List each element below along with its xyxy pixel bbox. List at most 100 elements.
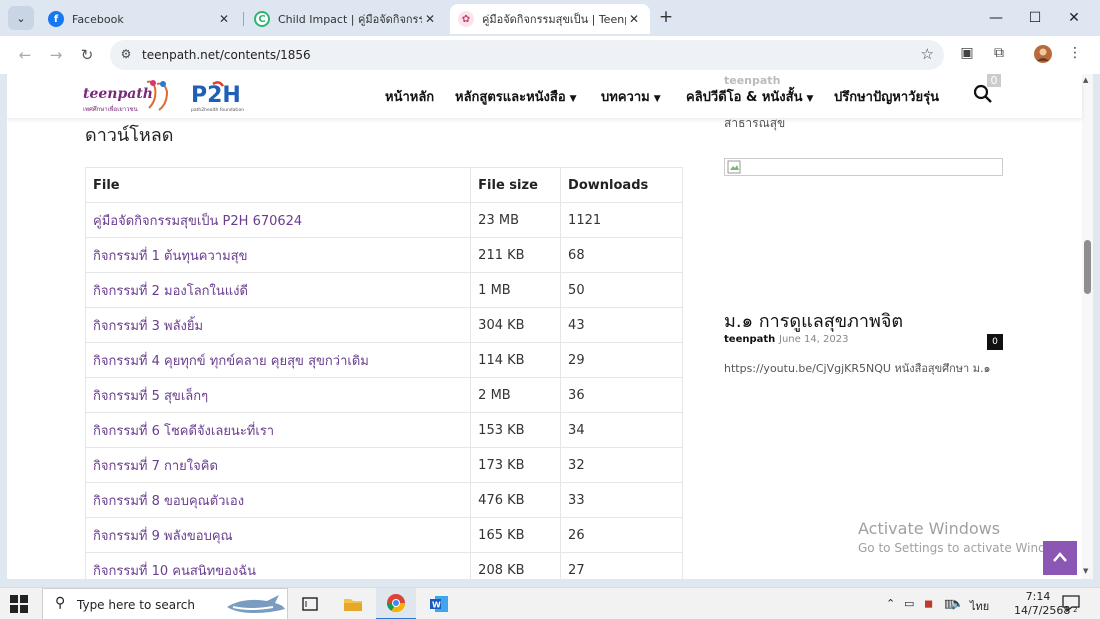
menu-consult[interactable]: ปรึกษาปัญหาวัยรุ่น bbox=[834, 86, 939, 107]
comment-count-badge[interactable]: 0 bbox=[987, 334, 1003, 350]
notification-icon[interactable]: 2 bbox=[1062, 595, 1084, 614]
close-icon[interactable]: ✕ bbox=[216, 12, 232, 26]
file-link[interactable]: กิจกรรมที่ 7 กายใจคิด bbox=[84, 447, 472, 483]
file-link[interactable]: กิจกรรมที่ 3 พลังยิ้ม bbox=[84, 307, 472, 343]
extension-icon[interactable]: ▣ bbox=[957, 45, 977, 65]
page-scrollbar[interactable]: ▲ ▼ bbox=[1082, 74, 1093, 579]
file-explorer-icon[interactable] bbox=[333, 588, 373, 619]
back-to-top-button[interactable] bbox=[1043, 541, 1077, 575]
taskbar-search-placeholder: Type here to search bbox=[77, 598, 195, 612]
tab-title: Child Impact | คู่มือจัดกิจกรรม "สุข bbox=[278, 13, 422, 26]
antivirus-icon[interactable]: ◼ bbox=[924, 597, 933, 610]
clock-time: 7:14 bbox=[1025, 590, 1051, 603]
broken-image[interactable] bbox=[724, 158, 1003, 176]
windows-start-icon[interactable] bbox=[10, 595, 28, 613]
tray-chevron-icon[interactable]: ⌃ bbox=[886, 597, 895, 610]
tab-title: คู่มือจัดกิจกรรมสุขเป็น | Teenpath.n bbox=[482, 13, 626, 26]
profile-avatar[interactable] bbox=[1033, 45, 1053, 65]
sidebar-post-title[interactable]: ม.๑ การดูแลสุขภาพจิต bbox=[724, 306, 903, 335]
close-icon[interactable]: ✕ bbox=[626, 12, 642, 26]
task-view-icon[interactable] bbox=[290, 588, 330, 619]
chevron-down-icon: ▼ bbox=[653, 94, 661, 104]
minimize-button[interactable]: — bbox=[976, 6, 1016, 30]
table-header-row: File File size Downloads bbox=[84, 167, 683, 203]
taskbar-search[interactable]: ⚲ Type here to search bbox=[42, 588, 288, 619]
activate-windows-title: Activate Windows bbox=[858, 519, 1001, 538]
tab-teenpath[interactable]: ✿ คู่มือจัดกิจกรรมสุขเป็น | Teenpath.n ✕ bbox=[450, 4, 650, 34]
behind-author: teenpath bbox=[724, 74, 781, 87]
table-row: กิจกรรมที่ 1 ต้นทุนความสุข 211 KB 68 bbox=[84, 237, 683, 273]
tab-search-button[interactable]: ⌄ bbox=[8, 6, 34, 30]
chevron-down-icon: ▼ bbox=[806, 94, 814, 104]
scroll-up-icon[interactable]: ▲ bbox=[1083, 76, 1088, 84]
sidebar-post-date: June 14, 2023 bbox=[779, 334, 849, 345]
menu-icon[interactable]: ⋮ bbox=[1065, 45, 1085, 65]
scroll-down-icon[interactable]: ▼ bbox=[1083, 567, 1088, 575]
col-downloads: Downloads bbox=[560, 167, 683, 203]
download-count: 50 bbox=[560, 272, 683, 308]
teenpath-logo[interactable]: teenpath เพศศึกษาเพื่อเยาวชน bbox=[83, 78, 175, 114]
clock-date: 14/7/2568 bbox=[1014, 604, 1071, 617]
reload-button[interactable]: ↻ bbox=[76, 44, 98, 66]
forward-button[interactable]: → bbox=[45, 44, 67, 66]
language-indicator[interactable]: ไทย bbox=[970, 597, 989, 615]
sidebar-post-author[interactable]: teenpath bbox=[724, 334, 775, 345]
url-text[interactable]: teenpath.net/contents/1856 bbox=[142, 48, 311, 62]
chevron-up-icon bbox=[1053, 552, 1067, 562]
menu-articles[interactable]: บทความ ▼ bbox=[601, 86, 661, 107]
file-link[interactable]: กิจกรรมที่ 10 คนสนิทของฉัน bbox=[84, 552, 472, 579]
download-count: 27 bbox=[560, 552, 683, 579]
tab-child-impact[interactable]: C Child Impact | คู่มือจัดกิจกรรม "สุข ✕ bbox=[246, 4, 446, 34]
file-size: 23 MB bbox=[470, 202, 562, 238]
battery-icon[interactable]: ▭ bbox=[904, 597, 914, 610]
volume-icon[interactable]: 🔈 bbox=[950, 597, 964, 610]
clock[interactable]: 7:14 14/7/2568 bbox=[1014, 590, 1071, 618]
file-size: 211 KB bbox=[470, 237, 562, 273]
file-size: 208 KB bbox=[470, 552, 562, 579]
tab-strip: ⌄ f Facebook ✕ C Child Impact | คู่มือจั… bbox=[0, 0, 1100, 36]
table-row: กิจกรรมที่ 9 พลังขอบคุณ 165 KB 26 bbox=[84, 517, 683, 553]
teenpath-icon: ✿ bbox=[458, 11, 474, 27]
search-icon: ⚲ bbox=[55, 595, 66, 611]
file-link[interactable]: คู่มือจัดกิจกรรมสุขเป็น P2H 670624 bbox=[84, 202, 472, 238]
web-content: teenpath เพศศึกษาเพื่อเยาวชน P2H path2he… bbox=[7, 74, 1093, 579]
download-count: 26 bbox=[560, 517, 683, 553]
svg-text:2: 2 bbox=[1073, 606, 1077, 613]
file-link[interactable]: กิจกรรมที่ 8 ขอบคุณตัวเอง bbox=[84, 482, 472, 518]
tab-facebook[interactable]: f Facebook ✕ bbox=[40, 4, 240, 34]
file-link[interactable]: กิจกรรมที่ 6 โชคดีจังเลยนะที่เรา bbox=[84, 412, 472, 448]
menu-videos[interactable]: คลิปวีดีโอ & หนังสั้น ▼ bbox=[686, 86, 813, 107]
file-link[interactable]: กิจกรรมที่ 2 มองโลกในแง่ดี bbox=[84, 272, 472, 308]
downloads-heading: ดาวน์โหลด bbox=[85, 125, 174, 146]
back-button[interactable]: ← bbox=[14, 44, 36, 66]
bookmark-star-icon[interactable]: ☆ bbox=[921, 45, 934, 63]
scroll-thumb[interactable] bbox=[1084, 240, 1091, 294]
downloads-table: File File size Downloads คู่มือจัดกิจกรร… bbox=[84, 167, 683, 579]
file-size: 173 KB bbox=[470, 447, 562, 483]
extensions-puzzle-icon[interactable]: ⧉ bbox=[989, 45, 1009, 65]
chrome-icon[interactable] bbox=[376, 588, 416, 619]
table-row: กิจกรรมที่ 3 พลังยิ้ม 304 KB 43 bbox=[84, 307, 683, 343]
file-link[interactable]: กิจกรรมที่ 4 คุยทุกข์ ทุกข์คลาย คุยสุข ส… bbox=[84, 342, 472, 378]
download-count: 33 bbox=[560, 482, 683, 518]
p2h-logo[interactable]: P2H path2health foundation bbox=[189, 78, 249, 114]
file-link[interactable]: กิจกรรมที่ 1 ต้นทุนความสุข bbox=[84, 237, 472, 273]
menu-home[interactable]: หน้าหลัก bbox=[385, 86, 434, 107]
chevron-down-icon: ▼ bbox=[569, 94, 577, 104]
menu-curriculum[interactable]: หลักสูตรและหนังสือ ▼ bbox=[455, 86, 577, 107]
file-link[interactable]: กิจกรรมที่ 5 สุขเล็กๆ bbox=[84, 377, 472, 413]
download-count: 34 bbox=[560, 412, 683, 448]
col-size: File size bbox=[470, 167, 562, 203]
file-size: 114 KB bbox=[470, 342, 562, 378]
maximize-button[interactable]: ☐ bbox=[1015, 6, 1055, 30]
site-info-icon[interactable]: ⚙ bbox=[118, 47, 134, 63]
table-row: กิจกรรมที่ 4 คุยทุกข์ ทุกข์คลาย คุยสุข ส… bbox=[84, 342, 683, 378]
new-tab-button[interactable]: + bbox=[656, 7, 676, 27]
close-icon[interactable]: ✕ bbox=[422, 12, 438, 26]
sidebar-post-desc: https://youtu.be/CjVgjKR5NQU หนังสือสุขศ… bbox=[724, 362, 991, 375]
address-bar[interactable]: ⚙ teenpath.net/contents/1856 ☆ bbox=[110, 40, 944, 70]
word-icon[interactable]: W bbox=[419, 588, 459, 619]
search-icon[interactable] bbox=[973, 84, 993, 104]
window-close-button[interactable]: ✕ bbox=[1054, 6, 1094, 30]
file-link[interactable]: กิจกรรมที่ 9 พลังขอบคุณ bbox=[84, 517, 472, 553]
